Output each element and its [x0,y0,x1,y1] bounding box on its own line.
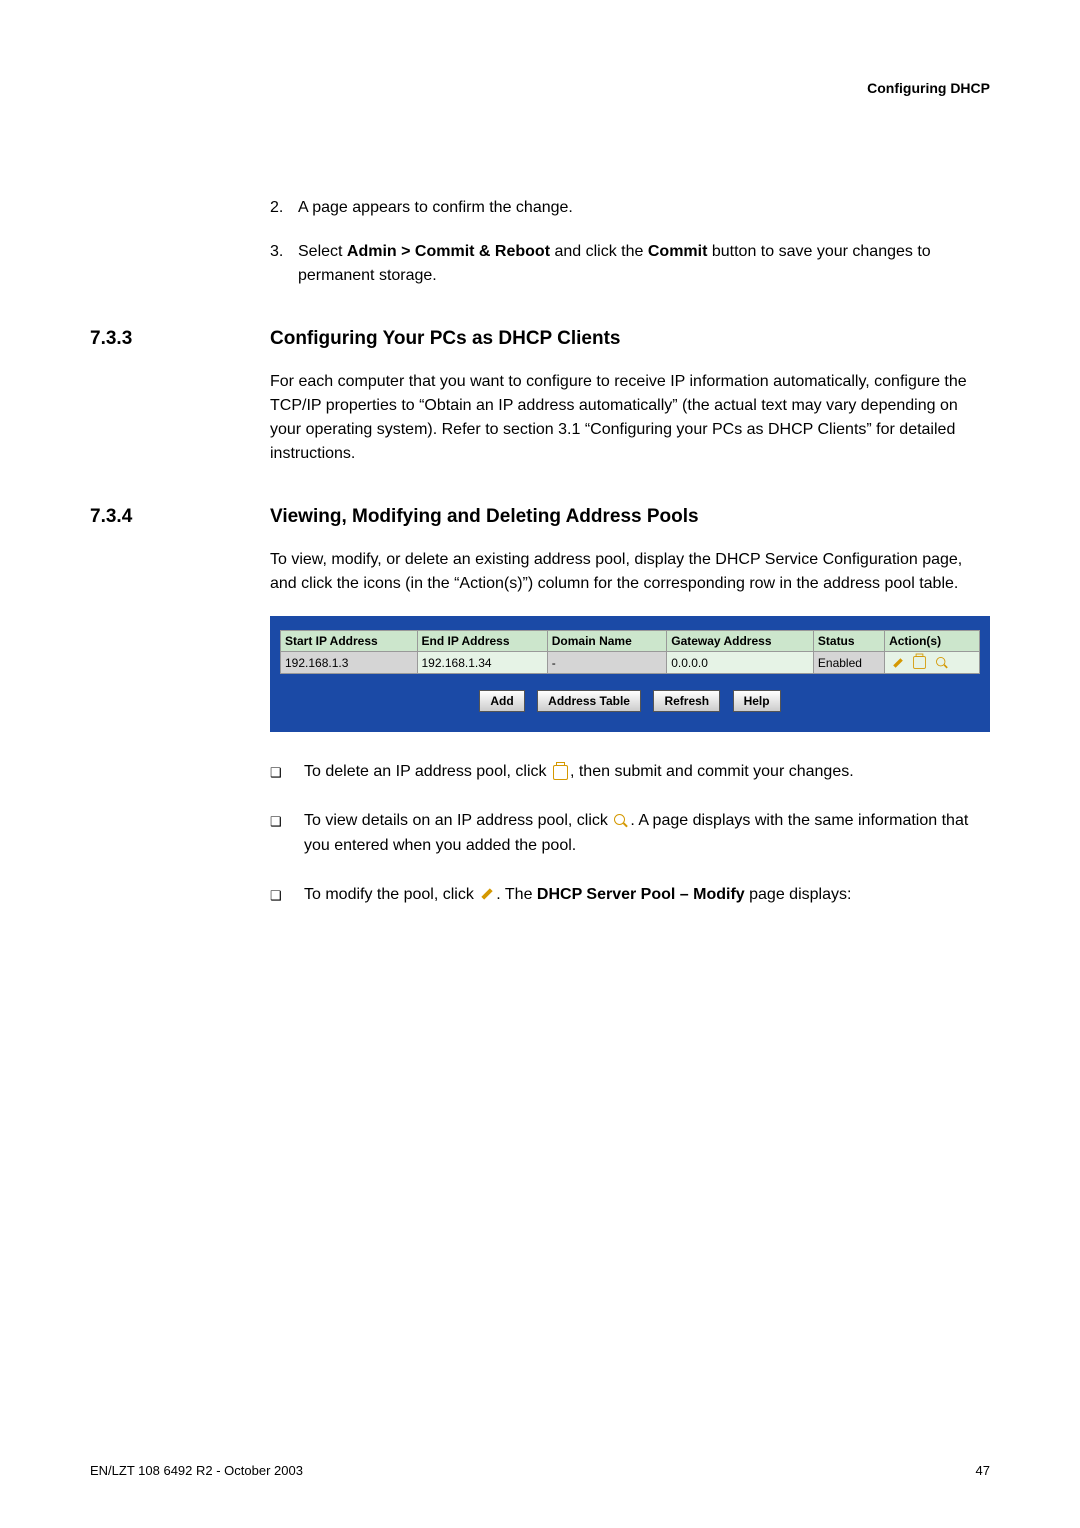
text-fragment: . The [496,886,537,903]
text-fragment: Select [298,243,347,260]
button-name: Commit [648,243,708,260]
col-start-ip: Start IP Address [281,631,418,652]
cell-actions [885,652,980,674]
col-domain: Domain Name [547,631,667,652]
trash-icon[interactable] [914,656,927,669]
col-gateway: Gateway Address [667,631,814,652]
pencil-icon [480,887,494,901]
section-paragraph: For each computer that you want to confi… [270,370,990,466]
section-7-3-4: 7.3.4 Viewing, Modifying and Deleting Ad… [90,506,990,528]
cell-status: Enabled [813,652,884,674]
step-2: 2. A page appears to confirm the change. [270,196,990,220]
bullet-delete: ❑ To delete an IP address pool, click , … [270,760,990,785]
magnifier-icon[interactable] [936,657,948,669]
col-status: Status [813,631,884,652]
page-footer: EN/LZT 108 6492 R2 - October 2003 47 [90,1463,990,1478]
text-fragment: , then submit and commit your changes. [570,763,854,780]
col-end-ip: End IP Address [417,631,547,652]
page-number: 47 [976,1463,990,1478]
step-number: 3. [270,240,294,288]
magnifier-icon [614,814,628,828]
bullet-marker: ❑ [270,760,304,785]
bullet-marker: ❑ [270,809,304,859]
page-header: Configuring DHCP [90,80,990,96]
col-actions: Action(s) [885,631,980,652]
menu-path: Admin > Commit & Reboot [347,243,550,260]
cell-start-ip: 192.168.1.3 [281,652,418,674]
text-fragment: and click the [550,243,648,260]
text-fragment: To view details on an IP address pool, c… [304,812,612,829]
table-header-row: Start IP Address End IP Address Domain N… [281,631,980,652]
section-number: 7.3.4 [90,506,270,528]
address-pool-table: Start IP Address End IP Address Domain N… [280,630,980,674]
section-title: Viewing, Modifying and Deleting Address … [270,506,699,528]
bullet-text: To modify the pool, click . The DHCP Ser… [304,883,990,908]
address-pool-table-container: Start IP Address End IP Address Domain N… [270,616,990,732]
section-number: 7.3.3 [90,328,270,350]
refresh-button[interactable]: Refresh [653,690,720,712]
pencil-icon[interactable] [892,657,904,669]
text-fragment: page displays: [745,886,852,903]
table-row: 192.168.1.3 192.168.1.34 - 0.0.0.0 Enabl… [281,652,980,674]
bullet-marker: ❑ [270,883,304,908]
bullet-text: To delete an IP address pool, click , th… [304,760,990,785]
help-button[interactable]: Help [733,690,781,712]
step-text: Select Admin > Commit & Reboot and click… [294,240,990,288]
address-table-button[interactable]: Address Table [537,690,641,712]
cell-end-ip: 192.168.1.34 [417,652,547,674]
cell-gateway: 0.0.0.0 [667,652,814,674]
section-paragraph: To view, modify, or delete an existing a… [270,548,990,596]
bullet-modify: ❑ To modify the pool, click . The DHCP S… [270,883,990,908]
text-fragment: To delete an IP address pool, click [304,763,551,780]
step-number: 2. [270,196,294,220]
page-name: DHCP Server Pool – Modify [537,886,745,903]
footer-left: EN/LZT 108 6492 R2 - October 2003 [90,1463,303,1478]
cell-domain: - [547,652,667,674]
bullet-text: To view details on an IP address pool, c… [304,809,990,859]
step-3: 3. Select Admin > Commit & Reboot and cl… [270,240,990,288]
trash-icon [553,765,568,780]
step-text: A page appears to confirm the change. [294,196,990,220]
button-row: Add Address Table Refresh Help [280,690,980,712]
text-fragment: To modify the pool, click [304,886,478,903]
add-button[interactable]: Add [479,690,524,712]
bullet-view: ❑ To view details on an IP address pool,… [270,809,990,859]
section-title: Configuring Your PCs as DHCP Clients [270,328,621,350]
section-7-3-3: 7.3.3 Configuring Your PCs as DHCP Clien… [90,328,990,350]
